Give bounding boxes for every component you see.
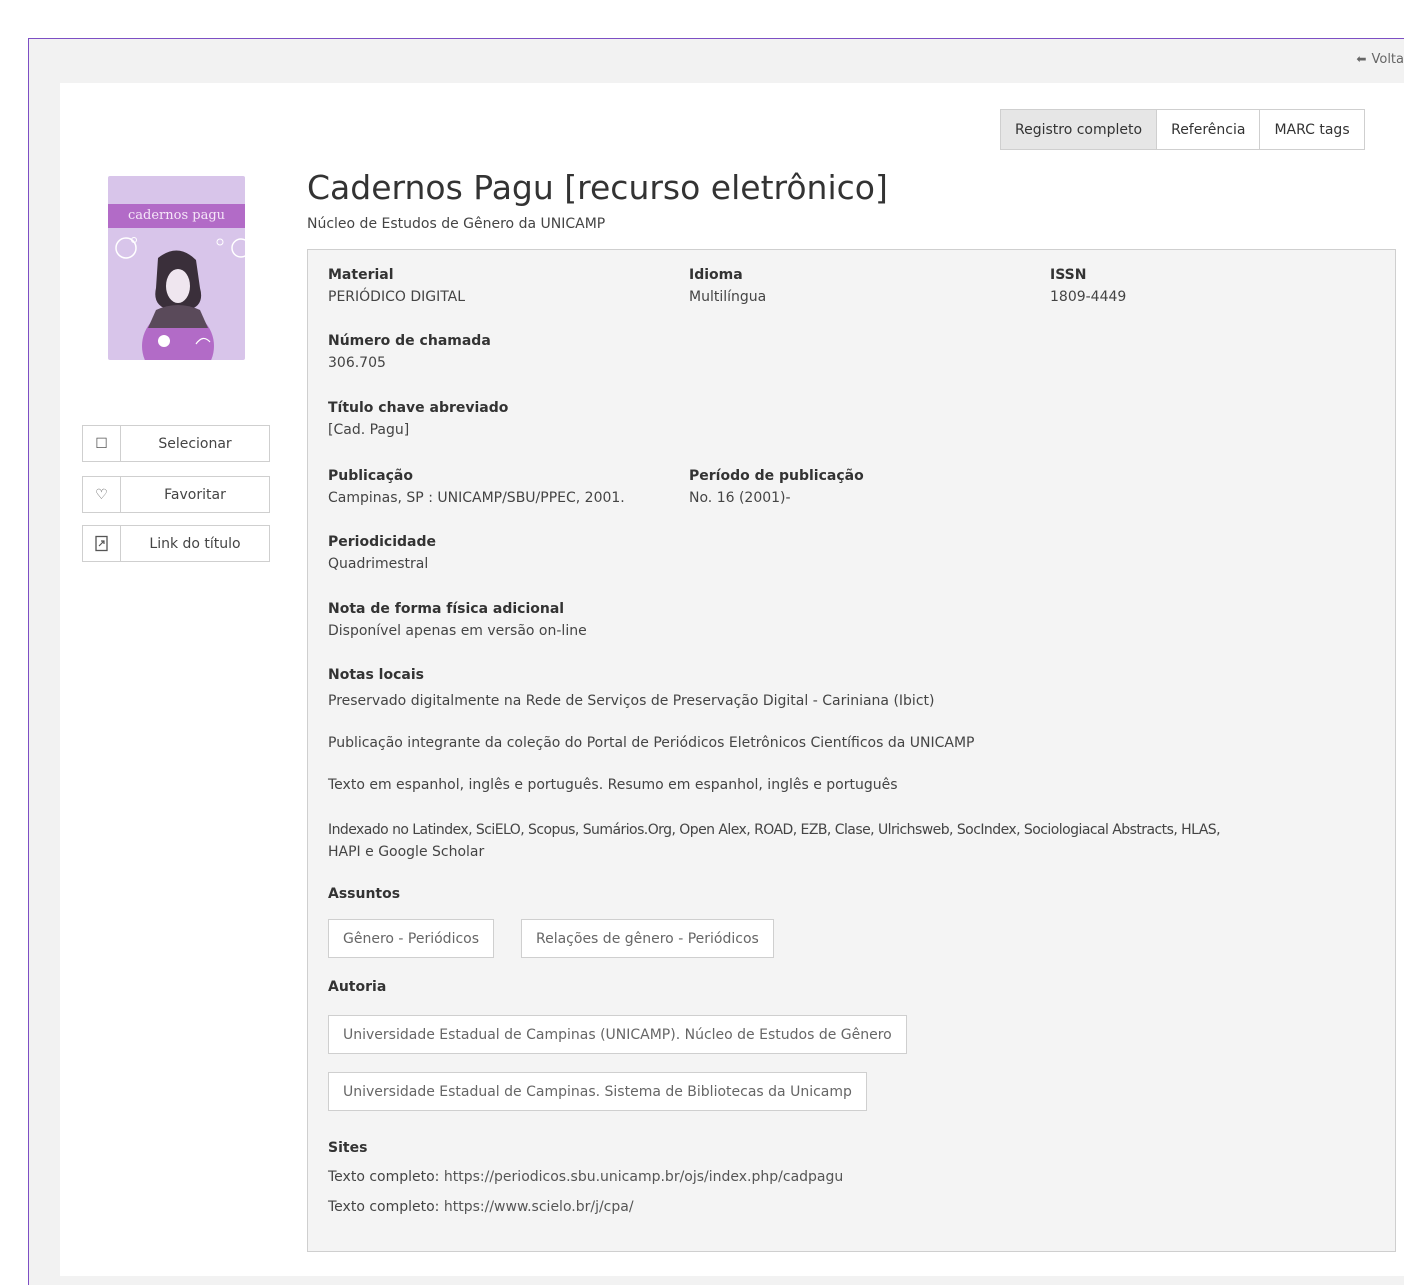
link-document-icon bbox=[83, 526, 121, 561]
subject-tag[interactable]: Relações de gênero - Periódicos bbox=[521, 919, 774, 958]
field-value: Disponível apenas em versão on-line bbox=[328, 623, 587, 639]
subject-tag[interactable]: Gênero - Periódicos bbox=[328, 919, 495, 958]
field-issn: ISSN 1809-4449 bbox=[1050, 267, 1126, 305]
field-label: Número de chamada bbox=[328, 333, 491, 349]
field-label: Autoria bbox=[328, 979, 387, 995]
field-value: Multilíngua bbox=[689, 289, 767, 305]
local-note: HAPI e Google Scholar bbox=[328, 844, 485, 860]
local-note: Publicação integrante da coleção do Port… bbox=[328, 735, 975, 751]
field-label: Notas locais bbox=[328, 667, 424, 683]
tab-marc-tags[interactable]: MARC tags bbox=[1260, 109, 1365, 150]
cover-image: cadernos pagu bbox=[108, 176, 245, 360]
checkbox-icon: ☐ bbox=[83, 426, 121, 461]
field-local-notes: Notas locais bbox=[328, 667, 424, 689]
page-subtitle: Núcleo de Estudos de Gênero da UNICAMP bbox=[307, 216, 606, 232]
site-link[interactable]: https://www.scielo.br/j/cpa/ bbox=[444, 1199, 634, 1215]
field-idioma: Idioma Multilíngua bbox=[689, 267, 766, 305]
field-publication: Publicação Campinas, SP : UNICAMP/SBU/PP… bbox=[328, 468, 625, 506]
title-link-button[interactable]: Link do título bbox=[82, 525, 270, 562]
select-label: Selecionar bbox=[158, 435, 232, 452]
field-sites: Sites bbox=[328, 1140, 367, 1162]
heart-icon: ♡ bbox=[83, 477, 121, 512]
site-line: Texto completo: https://www.scielo.br/j/… bbox=[328, 1199, 634, 1215]
field-value: 306.705 bbox=[328, 355, 386, 371]
view-tabs: Registro completo Referência MARC tags bbox=[1000, 109, 1365, 150]
field-value: [Cad. Pagu] bbox=[328, 422, 410, 438]
field-subjects: Assuntos bbox=[328, 886, 400, 908]
site-link[interactable]: https://periodicos.sbu.unicamp.br/ojs/in… bbox=[444, 1169, 843, 1185]
field-authorship: Autoria bbox=[328, 979, 386, 1001]
favorite-button[interactable]: ♡ Favoritar bbox=[82, 476, 270, 513]
author-tag[interactable]: Universidade Estadual de Campinas. Siste… bbox=[328, 1072, 867, 1111]
field-label: Assuntos bbox=[328, 886, 401, 902]
field-label: Material bbox=[328, 267, 394, 283]
field-label: Sites bbox=[328, 1140, 368, 1156]
author-tag[interactable]: Universidade Estadual de Campinas (UNICA… bbox=[328, 1015, 907, 1054]
back-label: Volta bbox=[1371, 52, 1404, 67]
field-value: No. 16 (2001)- bbox=[689, 490, 791, 506]
back-link[interactable]: ⬅ Volta bbox=[1356, 52, 1404, 67]
field-value: PERIÓDICO DIGITAL bbox=[328, 289, 466, 305]
page-title: Cadernos Pagu [recurso eletrônico] bbox=[307, 168, 888, 207]
favorite-label: Favoritar bbox=[164, 486, 226, 503]
record-details: Material PERIÓDICO DIGITAL Idioma Multil… bbox=[307, 249, 1396, 1252]
local-note: Preservado digitalmente na Rede de Servi… bbox=[328, 693, 935, 709]
local-note: Texto em espanhol, inglês e português. R… bbox=[328, 777, 898, 793]
site-line: Texto completo: https://periodicos.sbu.u… bbox=[328, 1169, 843, 1185]
field-label: Nota de forma física adicional bbox=[328, 601, 565, 617]
tab-registro-completo[interactable]: Registro completo bbox=[1000, 109, 1158, 150]
site-prefix: Texto completo: bbox=[328, 1199, 440, 1215]
field-label: Período de publicação bbox=[689, 468, 864, 484]
field-material: Material PERIÓDICO DIGITAL bbox=[328, 267, 465, 305]
field-label: Título chave abreviado bbox=[328, 400, 509, 416]
title-link-label: Link do título bbox=[149, 535, 241, 552]
field-label: ISSN bbox=[1050, 267, 1087, 283]
field-publication-period: Período de publicação No. 16 (2001)- bbox=[689, 468, 864, 506]
field-key-title: Título chave abreviado [Cad. Pagu] bbox=[328, 400, 508, 438]
cover-title: cadernos pagu bbox=[108, 204, 245, 228]
field-value: Campinas, SP : UNICAMP/SBU/PPEC, 2001. bbox=[328, 490, 625, 506]
select-button[interactable]: ☐ Selecionar bbox=[82, 425, 270, 462]
arrow-left-icon: ⬅ bbox=[1356, 52, 1367, 66]
field-label: Periodicidade bbox=[328, 534, 436, 550]
field-value: Quadrimestral bbox=[328, 556, 429, 572]
field-physical-form-note: Nota de forma física adicional Disponíve… bbox=[328, 601, 587, 639]
field-value: 1809-4449 bbox=[1050, 289, 1127, 305]
tab-referencia[interactable]: Referência bbox=[1157, 109, 1261, 150]
field-call-number: Número de chamada 306.705 bbox=[328, 333, 491, 371]
field-frequency: Periodicidade Quadrimestral bbox=[328, 534, 436, 572]
field-label: Idioma bbox=[689, 267, 743, 283]
site-prefix: Texto completo: bbox=[328, 1169, 440, 1185]
local-note: Indexado no Latindex, SciELO, Scopus, Su… bbox=[328, 822, 1221, 838]
field-label: Publicação bbox=[328, 468, 413, 484]
